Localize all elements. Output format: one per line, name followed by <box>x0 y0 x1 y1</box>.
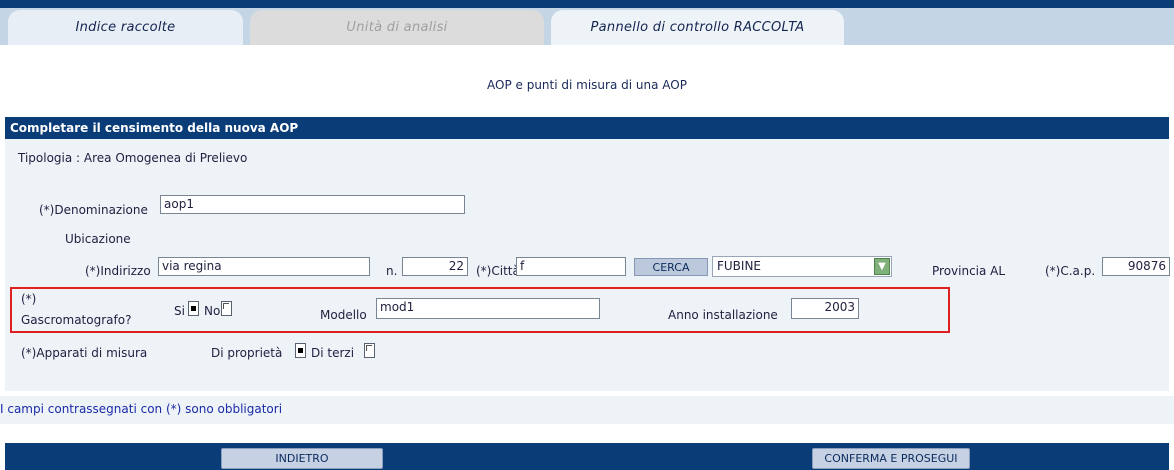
no-label: No <box>204 304 221 318</box>
chevron-down-icon[interactable]: ▼ <box>874 258 890 275</box>
denominazione-field[interactable]: aop1 <box>160 195 465 214</box>
tab-pannello-controllo[interactable]: Pannello di controllo RACCOLTA <box>551 10 844 45</box>
indirizzo-label: (*)Indirizzo <box>85 264 151 278</box>
gascromatografo-required-mark: (*) <box>21 292 37 306</box>
tab-unita-di-analisi[interactable]: Unità di analisi <box>250 10 544 45</box>
proprieta-checkbox[interactable] <box>295 343 306 358</box>
anno-installazione-field[interactable]: 2003 <box>791 298 859 319</box>
cap-label: (*)C.a.p. <box>1045 264 1096 278</box>
cerca-button[interactable]: CERCA <box>634 258 708 276</box>
required-fields-note: I campi contrassegnati con (*) sono obbl… <box>0 402 283 416</box>
citta-label: (*)Città <box>476 264 520 278</box>
indirizzo-field[interactable]: via regina <box>158 257 370 276</box>
si-checkbox[interactable] <box>188 301 199 316</box>
citta-field[interactable]: f <box>516 257 626 276</box>
tab-indice-raccolte[interactable]: Indice raccolte <box>8 10 243 45</box>
gascromatografo-label: Gascromatografo? <box>21 313 132 327</box>
section-header: Completare il censimento della nuova AOP <box>5 117 1169 139</box>
comune-select[interactable]: FUBINE ▼ <box>712 256 892 277</box>
footer-bar <box>5 443 1169 470</box>
comune-selected-value: FUBINE <box>717 259 762 273</box>
proprieta-label: Di proprietà <box>211 346 283 360</box>
cap-field[interactable]: 90876 <box>1102 257 1170 276</box>
indietro-button[interactable]: INDIETRO <box>221 448 383 469</box>
ubicazione-label: Ubicazione <box>65 232 131 246</box>
apparati-label: (*)Apparati di misura <box>21 346 148 360</box>
numero-label: n. <box>386 264 398 278</box>
page-title: AOP e punti di misura di una AOP <box>487 78 687 92</box>
no-checkbox[interactable] <box>221 301 232 316</box>
tipologia-text: Tipologia : Area Omogenea di Prelievo <box>18 151 248 165</box>
conferma-prosegui-button[interactable]: CONFERMA E PROSEGUI <box>812 448 970 469</box>
modello-label: Modello <box>320 308 367 322</box>
modello-field[interactable]: mod1 <box>376 298 600 319</box>
top-bar <box>0 0 1174 8</box>
terzi-checkbox[interactable] <box>364 343 375 358</box>
denominazione-label: (*)Denominazione <box>39 203 148 217</box>
provincia-label: Provincia AL <box>932 264 1006 278</box>
numero-field[interactable]: 22 <box>402 257 468 276</box>
terzi-label: Di terzi <box>311 346 355 360</box>
si-label: Si <box>174 304 185 318</box>
anno-installazione-label: Anno installazione <box>668 308 778 322</box>
